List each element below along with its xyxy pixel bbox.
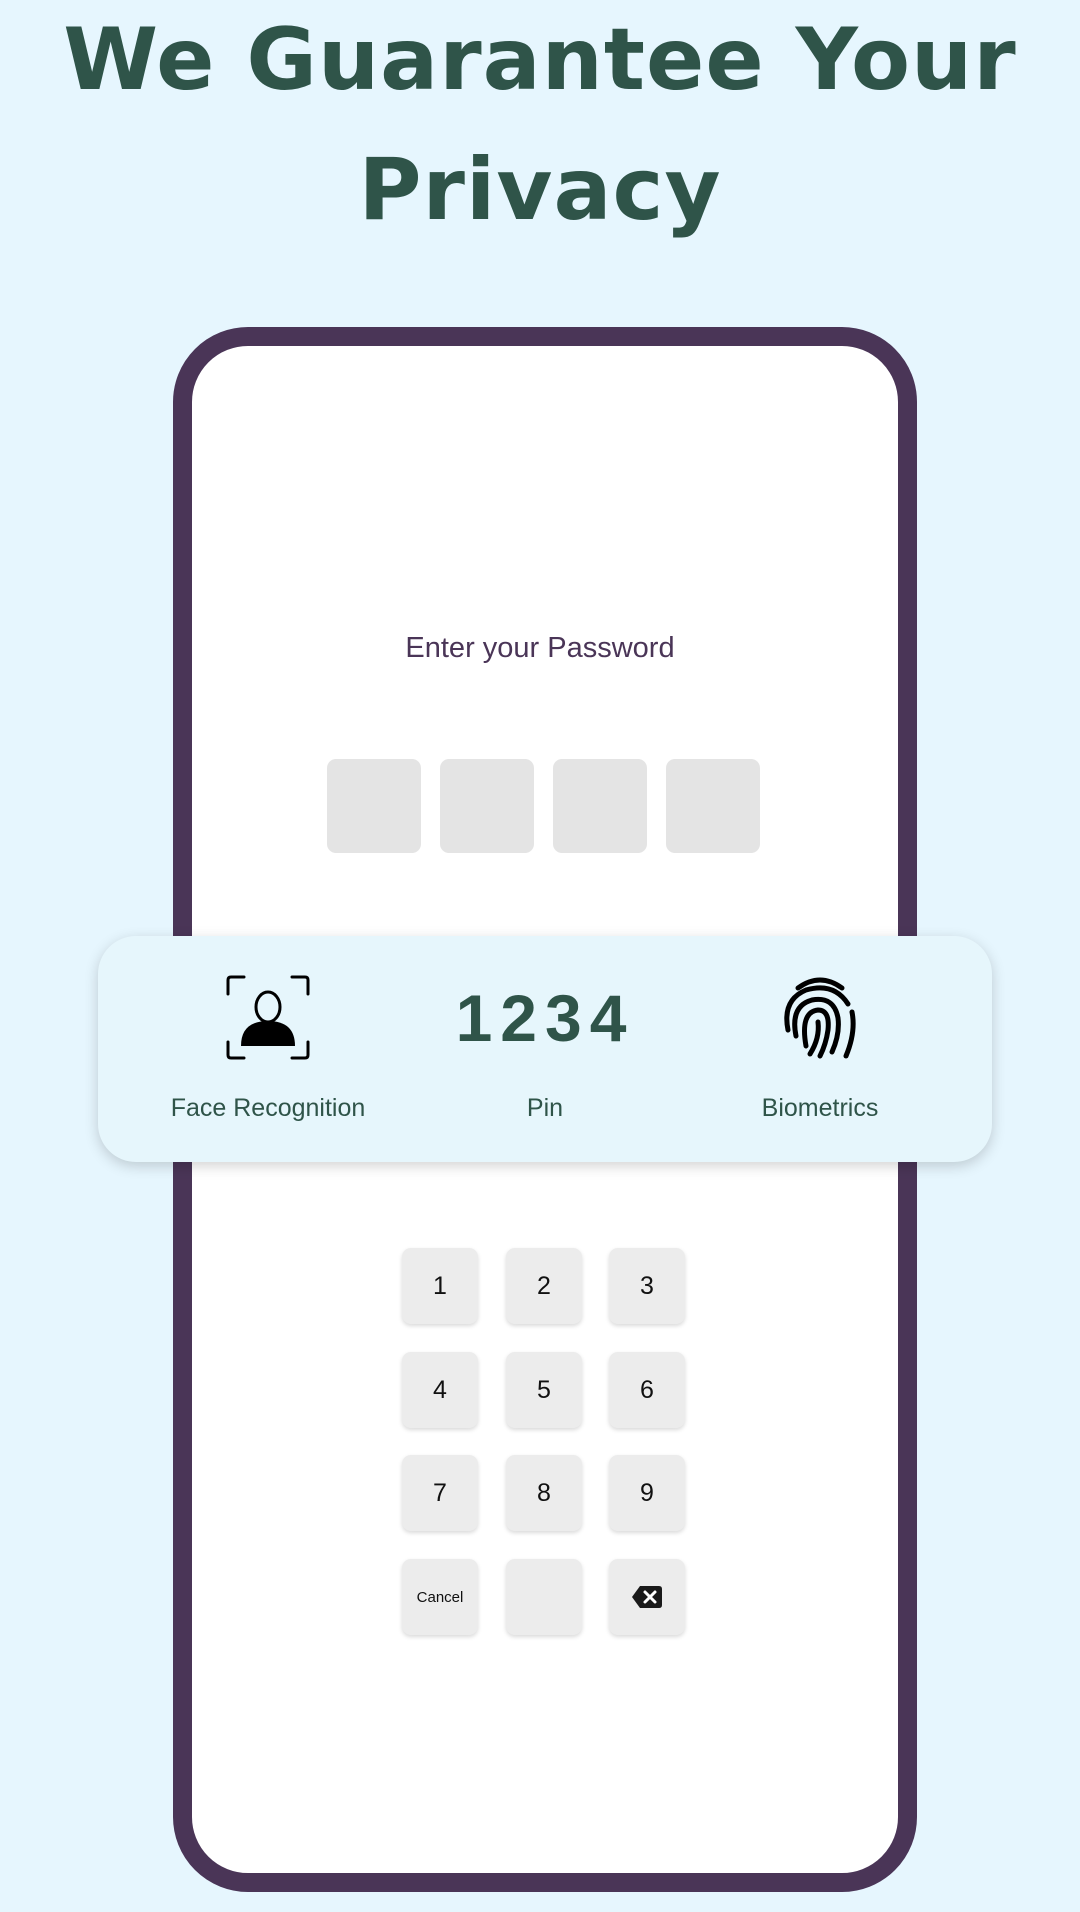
pin-display: 1234 <box>455 981 635 1055</box>
headline-line1: We Guarantee Your <box>63 10 1017 110</box>
key-8[interactable]: 8 <box>506 1455 582 1531</box>
key-3[interactable]: 3 <box>609 1248 685 1324</box>
option-biometrics[interactable]: Biometrics <box>670 936 970 1162</box>
key-blank[interactable] <box>506 1559 582 1635</box>
pin-box-2[interactable] <box>440 759 534 853</box>
face-scan-icon <box>226 975 310 1060</box>
headline-line2: Privacy <box>358 140 722 240</box>
password-prompt: Enter your Password <box>405 632 675 664</box>
key-4[interactable]: 4 <box>402 1352 478 1428</box>
key-7[interactable]: 7 <box>402 1455 478 1531</box>
key-1[interactable]: 1 <box>402 1248 478 1324</box>
fingerprint-icon <box>784 977 856 1059</box>
key-6[interactable]: 6 <box>609 1352 685 1428</box>
backspace-icon <box>632 1586 662 1608</box>
pin-box-3[interactable] <box>553 759 647 853</box>
pin-box-1[interactable] <box>327 759 421 853</box>
key-9[interactable]: 9 <box>609 1455 685 1531</box>
cancel-button[interactable]: Cancel <box>402 1559 478 1635</box>
option-label: Face Recognition <box>170 1094 366 1122</box>
auth-options-card: Face Recognition 1234 Pin Biometrics <box>98 936 992 1162</box>
headline: We Guarantee Your Privacy <box>0 0 1080 255</box>
option-label: Biometrics <box>761 1094 879 1122</box>
option-label: Pin <box>526 1094 564 1122</box>
option-pin[interactable]: 1234 Pin <box>395 936 695 1162</box>
pin-box-4[interactable] <box>666 759 760 853</box>
key-5[interactable]: 5 <box>506 1352 582 1428</box>
option-face-recognition[interactable]: Face Recognition <box>118 936 418 1162</box>
key-2[interactable]: 2 <box>506 1248 582 1324</box>
backspace-button[interactable] <box>609 1559 685 1635</box>
